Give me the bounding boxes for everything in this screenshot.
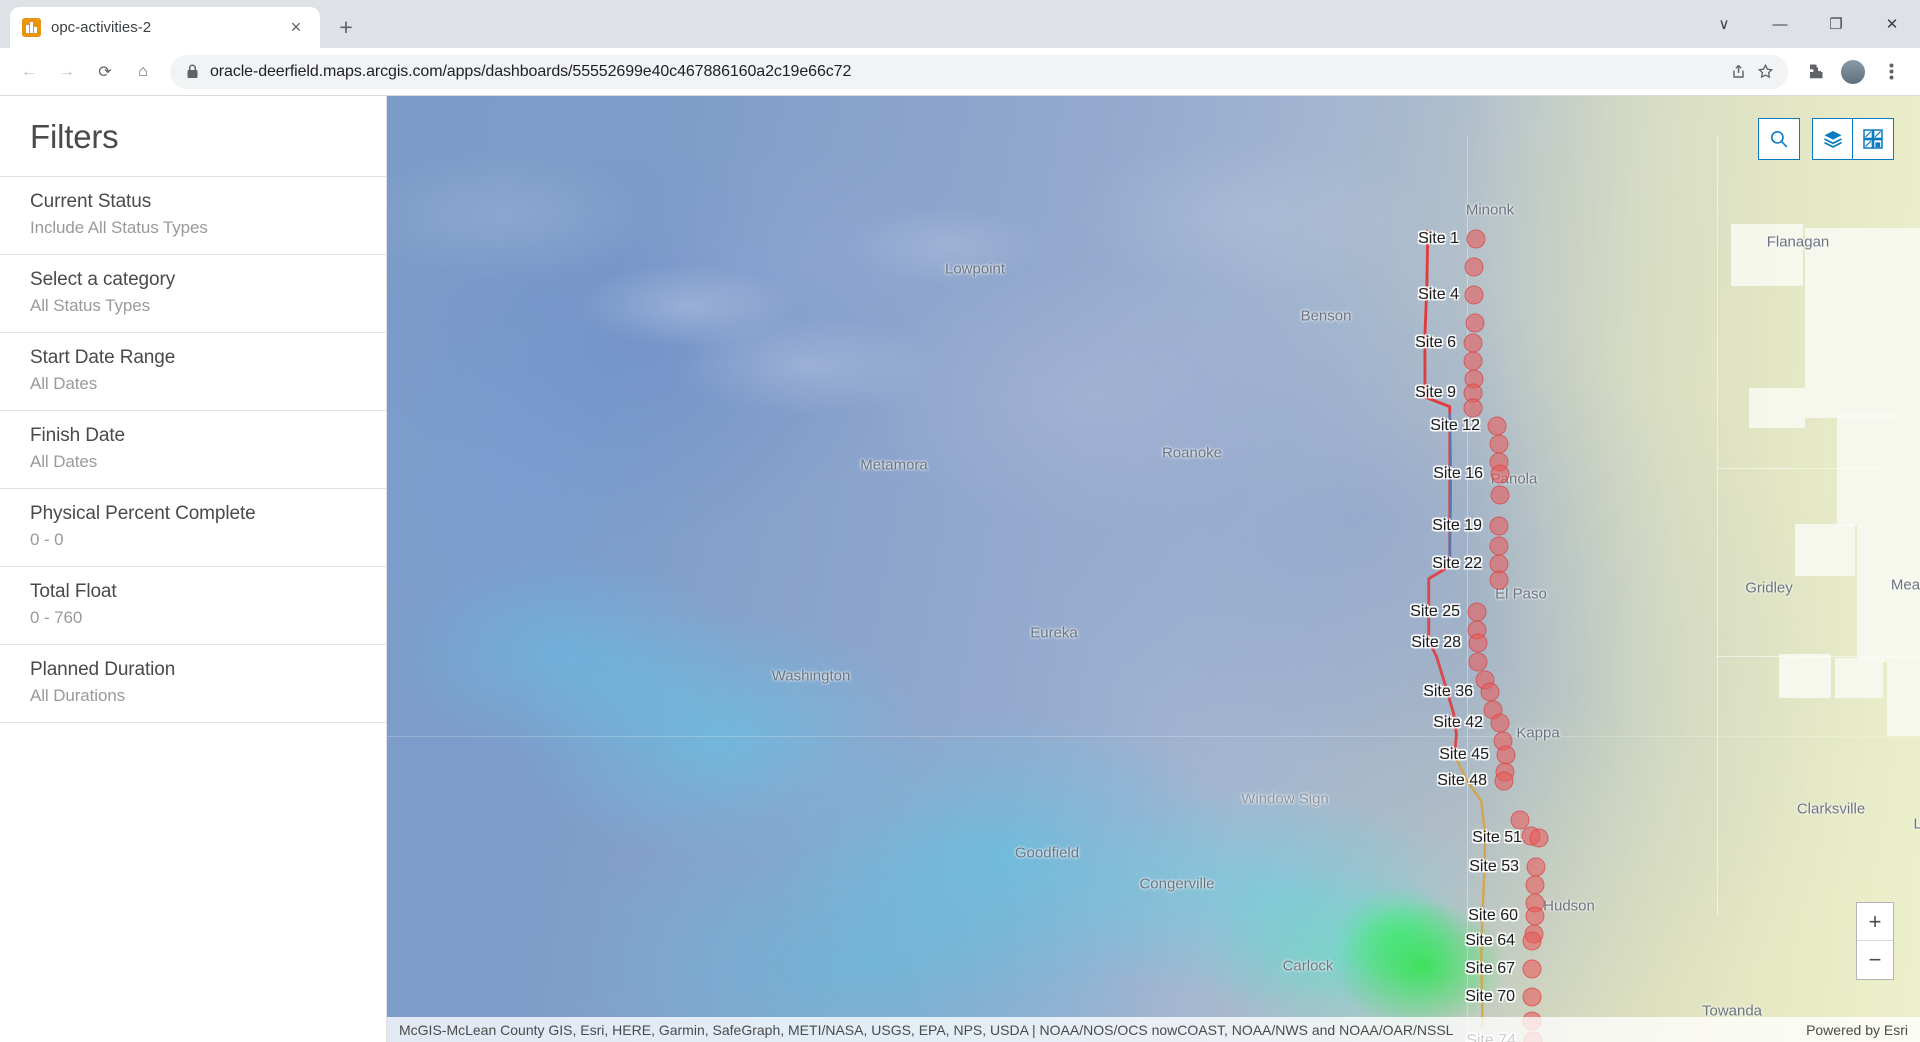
- filter-value: All Durations: [30, 686, 126, 705]
- filter-value: All Status Types: [30, 296, 150, 315]
- zoom-control: + −: [1856, 902, 1894, 980]
- site-marker[interactable]: [1468, 652, 1488, 672]
- tab-search-icon[interactable]: ∨: [1696, 4, 1752, 44]
- site-marker[interactable]: [1464, 285, 1484, 305]
- zoom-in-button[interactable]: +: [1857, 903, 1893, 941]
- page-title: Filters: [30, 118, 119, 155]
- sidebar-empty-area: [0, 722, 386, 1042]
- filter-label: Physical Percent Complete: [30, 503, 256, 524]
- window-close-button[interactable]: ✕: [1864, 4, 1920, 44]
- filter-value: 0 - 0: [30, 530, 64, 549]
- search-icon[interactable]: [1759, 119, 1799, 159]
- reload-icon[interactable]: ⟳: [88, 55, 122, 89]
- filter-label: Planned Duration: [30, 659, 176, 680]
- filter-label: Current Status: [30, 191, 152, 212]
- maximize-button[interactable]: ❐: [1808, 4, 1864, 44]
- site-marker[interactable]: [1467, 602, 1487, 622]
- filter-select-a-category[interactable]: Select a category All Status Types: [0, 254, 386, 332]
- star-icon[interactable]: [1757, 63, 1774, 80]
- site-marker[interactable]: [1489, 516, 1509, 536]
- filter-physical-percent-complete[interactable]: Physical Percent Complete 0 - 0: [0, 488, 386, 566]
- attribution-text: McGIS-McLean County GIS, Esri, HERE, Gar…: [399, 1021, 1454, 1038]
- site-marker[interactable]: [1494, 771, 1514, 791]
- site-marker[interactable]: [1465, 313, 1485, 333]
- puzzle-icon[interactable]: [1798, 55, 1832, 89]
- site-marker[interactable]: [1468, 633, 1488, 653]
- navigation-toolbar: ← → ⟳ ⌂ oracle-deerfield.maps.arcgis.com…: [0, 48, 1920, 96]
- site-marker[interactable]: [1463, 351, 1483, 371]
- filter-value: All Dates: [30, 452, 98, 471]
- tab-title: opc-activities-2: [51, 19, 152, 36]
- site-marker[interactable]: [1489, 536, 1509, 556]
- zoom-out-button[interactable]: −: [1857, 941, 1893, 979]
- browser-tab[interactable]: opc-activities-2 ×: [10, 7, 320, 48]
- filter-label: Finish Date: [30, 425, 125, 446]
- new-tab-button[interactable]: +: [328, 9, 364, 45]
- arcgis-dashboard-icon: [22, 18, 41, 37]
- site-marker[interactable]: [1525, 875, 1545, 895]
- filter-current-status[interactable]: Current Status Include All Status Types: [0, 176, 386, 254]
- layers-icon[interactable]: [1813, 119, 1853, 159]
- site-marker[interactable]: [1480, 682, 1500, 702]
- map-attribution: McGIS-McLean County GIS, Esri, HERE, Gar…: [387, 1017, 1920, 1042]
- map-basemap: [387, 96, 1920, 1042]
- site-marker[interactable]: [1522, 931, 1542, 951]
- back-icon[interactable]: ←: [12, 55, 46, 89]
- site-marker[interactable]: [1489, 434, 1509, 454]
- powered-by-esri: Powered by Esri: [1806, 1021, 1908, 1038]
- site-marker[interactable]: [1526, 857, 1546, 877]
- lock-icon: [184, 64, 200, 79]
- close-icon[interactable]: ×: [284, 16, 308, 40]
- browser-window: opc-activities-2 × + ∨ — ❐ ✕ ← → ⟳ ⌂ ora…: [0, 0, 1920, 1042]
- filter-total-float[interactable]: Total Float 0 - 760: [0, 566, 386, 644]
- kebab-menu-icon[interactable]: [1874, 55, 1908, 89]
- site-marker[interactable]: [1464, 257, 1484, 277]
- window-controls: ∨ — ❐ ✕: [1696, 0, 1920, 48]
- map-panel[interactable]: Minonk Flanagan Graymont Lowpoint Benson…: [387, 96, 1920, 1042]
- site-marker[interactable]: [1529, 828, 1549, 848]
- site-marker[interactable]: [1463, 398, 1483, 418]
- site-marker[interactable]: [1463, 333, 1483, 353]
- basemap-gallery-icon[interactable]: [1853, 119, 1893, 159]
- filter-value: 0 - 760: [30, 608, 83, 627]
- filter-value: All Dates: [30, 374, 98, 393]
- map-tools: [1758, 118, 1894, 160]
- site-marker[interactable]: [1522, 959, 1542, 979]
- search-tool-group: [1758, 118, 1800, 160]
- share-icon[interactable]: [1730, 63, 1747, 80]
- home-icon[interactable]: ⌂: [126, 55, 160, 89]
- filter-value: Include All Status Types: [30, 218, 208, 237]
- url-text: oracle-deerfield.maps.arcgis.com/apps/da…: [210, 62, 852, 80]
- map-widget-group: [1812, 118, 1894, 160]
- filter-label: Select a category: [30, 269, 176, 290]
- site-marker[interactable]: [1490, 713, 1510, 733]
- site-marker[interactable]: [1466, 229, 1486, 249]
- site-marker[interactable]: [1490, 485, 1510, 505]
- site-marker[interactable]: [1489, 570, 1509, 590]
- site-marker[interactable]: [1522, 987, 1542, 1007]
- filter-finish-date[interactable]: Finish Date All Dates: [0, 410, 386, 488]
- address-bar[interactable]: oracle-deerfield.maps.arcgis.com/apps/da…: [170, 54, 1788, 89]
- minimize-button[interactable]: —: [1752, 4, 1808, 44]
- filter-label: Total Float: [30, 581, 117, 602]
- filter-planned-duration[interactable]: Planned Duration All Durations: [0, 644, 386, 722]
- filter-label: Start Date Range: [30, 347, 176, 368]
- forward-icon[interactable]: →: [50, 55, 84, 89]
- filter-start-date-range[interactable]: Start Date Range All Dates: [0, 332, 386, 410]
- site-marker[interactable]: [1490, 464, 1510, 484]
- filters-sidebar: Filters Current Status Include All Statu…: [0, 96, 387, 1042]
- site-marker[interactable]: [1525, 906, 1545, 926]
- dashboard-app: Filters Current Status Include All Statu…: [0, 96, 1920, 1042]
- site-marker[interactable]: [1487, 416, 1507, 436]
- avatar[interactable]: [1836, 55, 1870, 89]
- tab-strip: opc-activities-2 × + ∨ — ❐ ✕: [0, 0, 1920, 48]
